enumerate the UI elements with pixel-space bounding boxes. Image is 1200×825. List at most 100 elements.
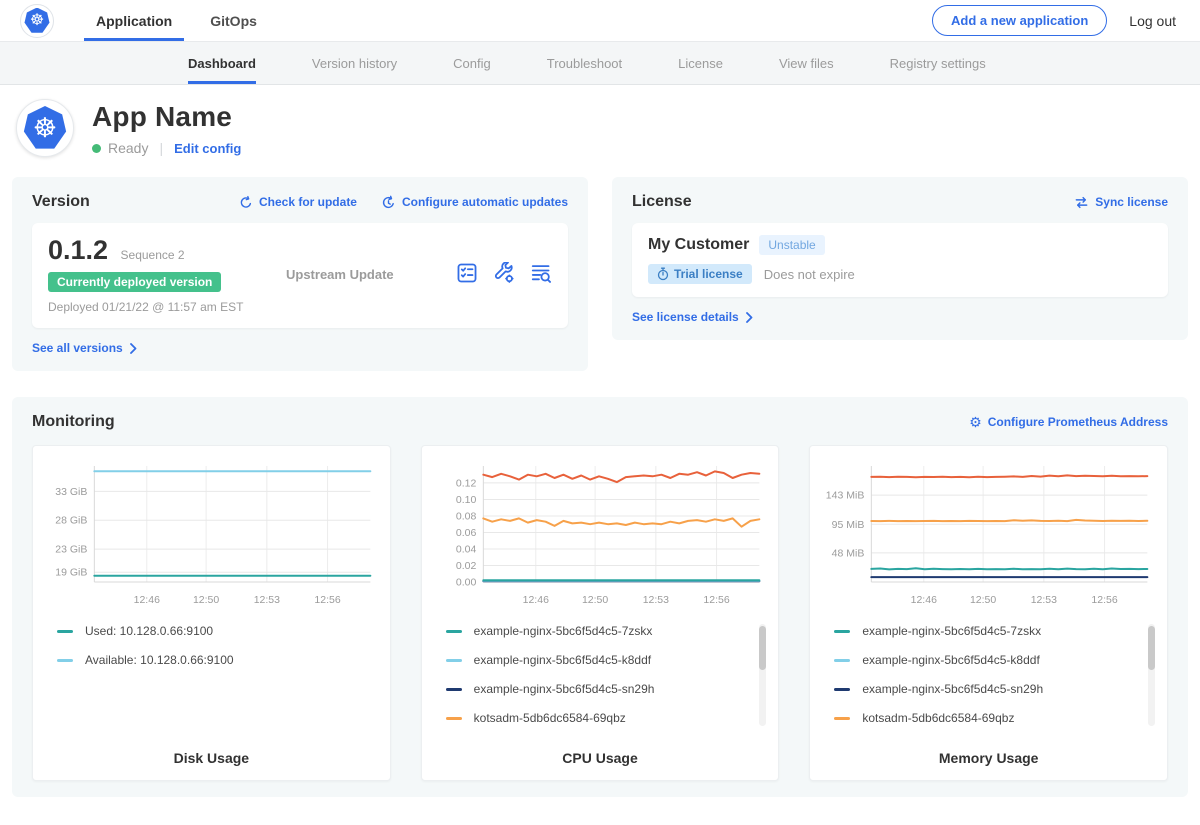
current-version-info: 0.1.2 Sequence 2 Currently deployed vers… bbox=[48, 235, 286, 314]
see-license-details-link[interactable]: See license details bbox=[632, 310, 1168, 324]
app-meta: App Name Ready | Edit config bbox=[92, 99, 241, 156]
subnav-registry-settings[interactable]: Registry settings bbox=[890, 42, 986, 84]
svg-text:95 MiB: 95 MiB bbox=[832, 519, 865, 531]
app-kubernetes-icon: ☸ bbox=[23, 106, 67, 150]
svg-text:12:53: 12:53 bbox=[254, 594, 280, 606]
trial-license-badge: Trial license bbox=[648, 264, 752, 284]
svg-text:12:53: 12:53 bbox=[642, 594, 668, 606]
legend-swatch bbox=[446, 659, 462, 662]
version-action-icons bbox=[456, 262, 552, 287]
disk-usage-card: 12:4612:5012:5312:5633 GiB28 GiB23 GiB19… bbox=[32, 445, 391, 781]
subnav-license[interactable]: License bbox=[678, 42, 723, 84]
legend-swatch bbox=[446, 630, 462, 633]
license-expiry: Does not expire bbox=[764, 267, 855, 282]
subnav-config[interactable]: Config bbox=[453, 42, 491, 84]
svg-text:23 GiB: 23 GiB bbox=[55, 544, 87, 556]
svg-text:12:56: 12:56 bbox=[703, 594, 729, 606]
version-card-actions: Check for update Configure automatic upd… bbox=[239, 195, 568, 210]
version-card-title: Version bbox=[32, 193, 90, 211]
license-card-header: License Sync license bbox=[632, 193, 1168, 211]
subnav-dashboard[interactable]: Dashboard bbox=[188, 42, 256, 84]
chart-title: Memory Usage bbox=[820, 740, 1157, 766]
tab-application[interactable]: Application bbox=[84, 0, 184, 41]
summary-cards-row: Version Check for update Configure autom… bbox=[0, 177, 1200, 371]
release-notes-button[interactable] bbox=[456, 262, 478, 287]
svg-text:0.02: 0.02 bbox=[456, 560, 477, 572]
svg-text:0.12: 0.12 bbox=[456, 477, 477, 489]
gear-icon: ⚙ bbox=[969, 415, 982, 429]
legend-swatch bbox=[446, 688, 462, 691]
subnav-troubleshoot[interactable]: Troubleshoot bbox=[547, 42, 622, 84]
version-card-header: Version Check for update Configure autom… bbox=[32, 193, 568, 211]
svg-text:0.06: 0.06 bbox=[456, 527, 477, 539]
legend-item: example-nginx-5bc6f5d4c5-7zskx bbox=[834, 624, 1157, 638]
topnav-right: Add a new application Log out bbox=[932, 5, 1200, 36]
app-subnav: Dashboard Version history Config Trouble… bbox=[0, 42, 1200, 85]
legend-swatch bbox=[446, 717, 462, 720]
memory-usage-legend: example-nginx-5bc6f5d4c5-7zskx example-n… bbox=[820, 624, 1157, 740]
page-title: App Name bbox=[92, 101, 241, 133]
legend-swatch bbox=[834, 717, 850, 720]
sync-license-link[interactable]: Sync license bbox=[1074, 195, 1168, 210]
license-card: License Sync license My Customer Unstabl… bbox=[612, 177, 1188, 340]
refresh-icon bbox=[239, 195, 253, 210]
legend-item: kotsadm-5db6dc6584-69qbz bbox=[446, 711, 769, 725]
disk-usage-chart: 12:4612:5012:5312:5633 GiB28 GiB23 GiB19… bbox=[43, 458, 380, 610]
app-status-row: Ready | Edit config bbox=[92, 140, 241, 156]
version-source-label: Upstream Update bbox=[286, 267, 456, 282]
legend-swatch bbox=[57, 630, 73, 633]
logout-link[interactable]: Log out bbox=[1129, 13, 1176, 29]
legend-swatch bbox=[57, 659, 73, 662]
scheduled-update-icon bbox=[381, 195, 396, 210]
svg-text:12:46: 12:46 bbox=[522, 594, 548, 606]
license-card-title: License bbox=[632, 193, 692, 211]
stopwatch-icon bbox=[657, 267, 669, 281]
version-card: Version Check for update Configure autom… bbox=[12, 177, 588, 371]
monitoring-actions: ⚙ Configure Prometheus Address bbox=[969, 415, 1168, 429]
svg-text:12:46: 12:46 bbox=[134, 594, 160, 606]
svg-text:12:46: 12:46 bbox=[911, 594, 937, 606]
status-text: Ready bbox=[108, 140, 148, 156]
chart-title: CPU Usage bbox=[432, 740, 769, 766]
current-version-panel: 0.1.2 Sequence 2 Currently deployed vers… bbox=[32, 223, 568, 328]
memory-usage-card: 12:4612:5012:5312:56143 MiB95 MiB48 MiB … bbox=[809, 445, 1168, 781]
logs-search-icon bbox=[530, 262, 552, 284]
configure-automatic-updates-link[interactable]: Configure automatic updates bbox=[381, 195, 568, 210]
check-for-update-link[interactable]: Check for update bbox=[239, 195, 357, 210]
license-card-actions: Sync license bbox=[1074, 195, 1168, 210]
cpu-usage-legend: example-nginx-5bc6f5d4c5-7zskx example-n… bbox=[432, 624, 769, 740]
version-number: 0.1.2 bbox=[48, 235, 108, 265]
version-number-row: 0.1.2 Sequence 2 bbox=[48, 235, 286, 266]
legend-item: example-nginx-5bc6f5d4c5-sn29h bbox=[834, 682, 1157, 696]
svg-text:0.04: 0.04 bbox=[456, 543, 477, 555]
configure-prometheus-link[interactable]: ⚙ Configure Prometheus Address bbox=[969, 415, 1168, 429]
add-application-button[interactable]: Add a new application bbox=[932, 5, 1107, 36]
svg-text:48 MiB: 48 MiB bbox=[832, 547, 865, 559]
tab-gitops[interactable]: GitOps bbox=[198, 0, 269, 41]
monitoring-title: Monitoring bbox=[32, 413, 115, 431]
see-all-versions-link[interactable]: See all versions bbox=[32, 341, 568, 355]
deploy-logs-button[interactable] bbox=[530, 262, 552, 287]
legend-swatch bbox=[834, 688, 850, 691]
config-button[interactable] bbox=[493, 262, 515, 287]
kubernetes-logo[interactable]: ☸ bbox=[20, 4, 54, 38]
edit-config-link[interactable]: Edit config bbox=[174, 141, 241, 156]
kubernetes-wheel-icon: ☸ bbox=[30, 13, 44, 29]
legend-scrollbar-thumb[interactable] bbox=[1148, 626, 1155, 670]
svg-text:12:53: 12:53 bbox=[1031, 594, 1057, 606]
svg-text:33 GiB: 33 GiB bbox=[55, 486, 87, 498]
svg-text:0.10: 0.10 bbox=[456, 494, 477, 506]
kubernetes-logo-icon: ☸ bbox=[24, 8, 50, 34]
deployed-timestamp: Deployed 01/21/22 @ 11:57 am EST bbox=[48, 300, 286, 314]
legend-scrollbar-thumb[interactable] bbox=[759, 626, 766, 670]
divider: | bbox=[159, 140, 163, 156]
monitoring-section: Monitoring ⚙ Configure Prometheus Addres… bbox=[12, 397, 1188, 797]
legend-item: example-nginx-5bc6f5d4c5-k8ddf bbox=[834, 653, 1157, 667]
subnav-version-history[interactable]: Version history bbox=[312, 42, 397, 84]
subnav-view-files[interactable]: View files bbox=[779, 42, 834, 84]
page: ☸ Application GitOps Add a new applicati… bbox=[0, 0, 1200, 797]
license-type-row: Trial license Does not expire bbox=[648, 264, 1152, 284]
kubernetes-wheel-icon: ☸ bbox=[33, 115, 57, 142]
legend-swatch bbox=[834, 630, 850, 633]
legend-item: Used: 10.128.0.66:9100 bbox=[57, 624, 380, 638]
